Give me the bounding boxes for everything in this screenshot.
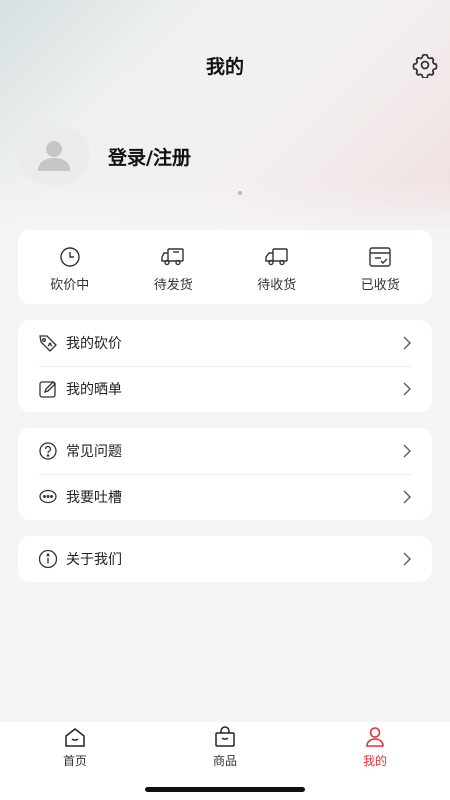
- order-status-to-ship[interactable]: 待发货: [122, 230, 226, 304]
- chevron-right-icon: [403, 490, 412, 504]
- menu-item-label: 我的砍价: [66, 336, 122, 352]
- order-status-label: 已收货: [360, 278, 400, 293]
- tab-label: 商品: [212, 754, 237, 768]
- menu-item-label: 我的晒单: [66, 382, 122, 398]
- chat-icon: [38, 487, 58, 507]
- login-register-link[interactable]: 登录/注册: [108, 143, 191, 170]
- edit-icon: [38, 379, 58, 399]
- bag-icon: [215, 726, 235, 747]
- order-status-label: 砍价中: [50, 278, 90, 293]
- menu-group-bargain: 我的砍价 我的晒单: [18, 320, 432, 412]
- menu-item-my-bargains[interactable]: 我的砍价: [18, 320, 432, 366]
- chevron-right-icon: [403, 552, 412, 566]
- question-icon: [38, 441, 58, 461]
- info-icon: [38, 549, 58, 569]
- tab-label: 首页: [62, 754, 87, 768]
- clock-icon: [60, 247, 80, 267]
- received-box-icon: [369, 247, 391, 267]
- menu-item-label: 我要吐槽: [66, 490, 122, 506]
- menu-item-feedback[interactable]: 我要吐槽: [18, 474, 432, 520]
- order-status-card: 砍价中 待发货 待收货 已收货: [18, 230, 432, 304]
- decorative-dot: [238, 191, 242, 195]
- menu-item-label: 常见问题: [66, 444, 122, 460]
- order-status-label: 待发货: [153, 278, 193, 293]
- order-status-bargaining[interactable]: 砍价中: [18, 230, 122, 304]
- menu-group-about: 关于我们: [18, 536, 432, 582]
- page-title: 我的: [205, 56, 244, 78]
- chevron-right-icon: [403, 382, 412, 396]
- truck-box-icon: [161, 248, 184, 266]
- settings-gear-icon[interactable]: [412, 52, 438, 79]
- menu-group-support: 常见问题 我要吐槽: [18, 428, 432, 520]
- home-indicator: [145, 787, 305, 792]
- order-status-to-receive[interactable]: 待收货: [225, 230, 329, 304]
- menu-item-about-us[interactable]: 关于我们: [18, 536, 432, 582]
- menu-item-my-showcase[interactable]: 我的晒单: [18, 366, 432, 412]
- chevron-right-icon: [403, 336, 412, 350]
- avatar[interactable]: [18, 125, 90, 185]
- home-icon: [65, 728, 85, 747]
- user-icon: [366, 727, 384, 747]
- menu-item-faq[interactable]: 常见问题: [18, 428, 432, 474]
- chevron-right-icon: [403, 444, 412, 458]
- tab-label: 我的: [362, 754, 387, 768]
- tab-mine[interactable]: 我的: [335, 726, 415, 769]
- default-avatar-icon: [38, 141, 70, 171]
- truck-icon: [265, 248, 288, 266]
- order-status-label: 待收货: [257, 278, 297, 293]
- order-status-received[interactable]: 已收货: [329, 230, 433, 304]
- header-background: [0, 0, 450, 240]
- menu-item-label: 关于我们: [66, 552, 122, 568]
- tab-products[interactable]: 商品: [185, 726, 265, 769]
- price-tag-icon: [38, 333, 58, 353]
- tab-home[interactable]: 首页: [35, 726, 115, 769]
